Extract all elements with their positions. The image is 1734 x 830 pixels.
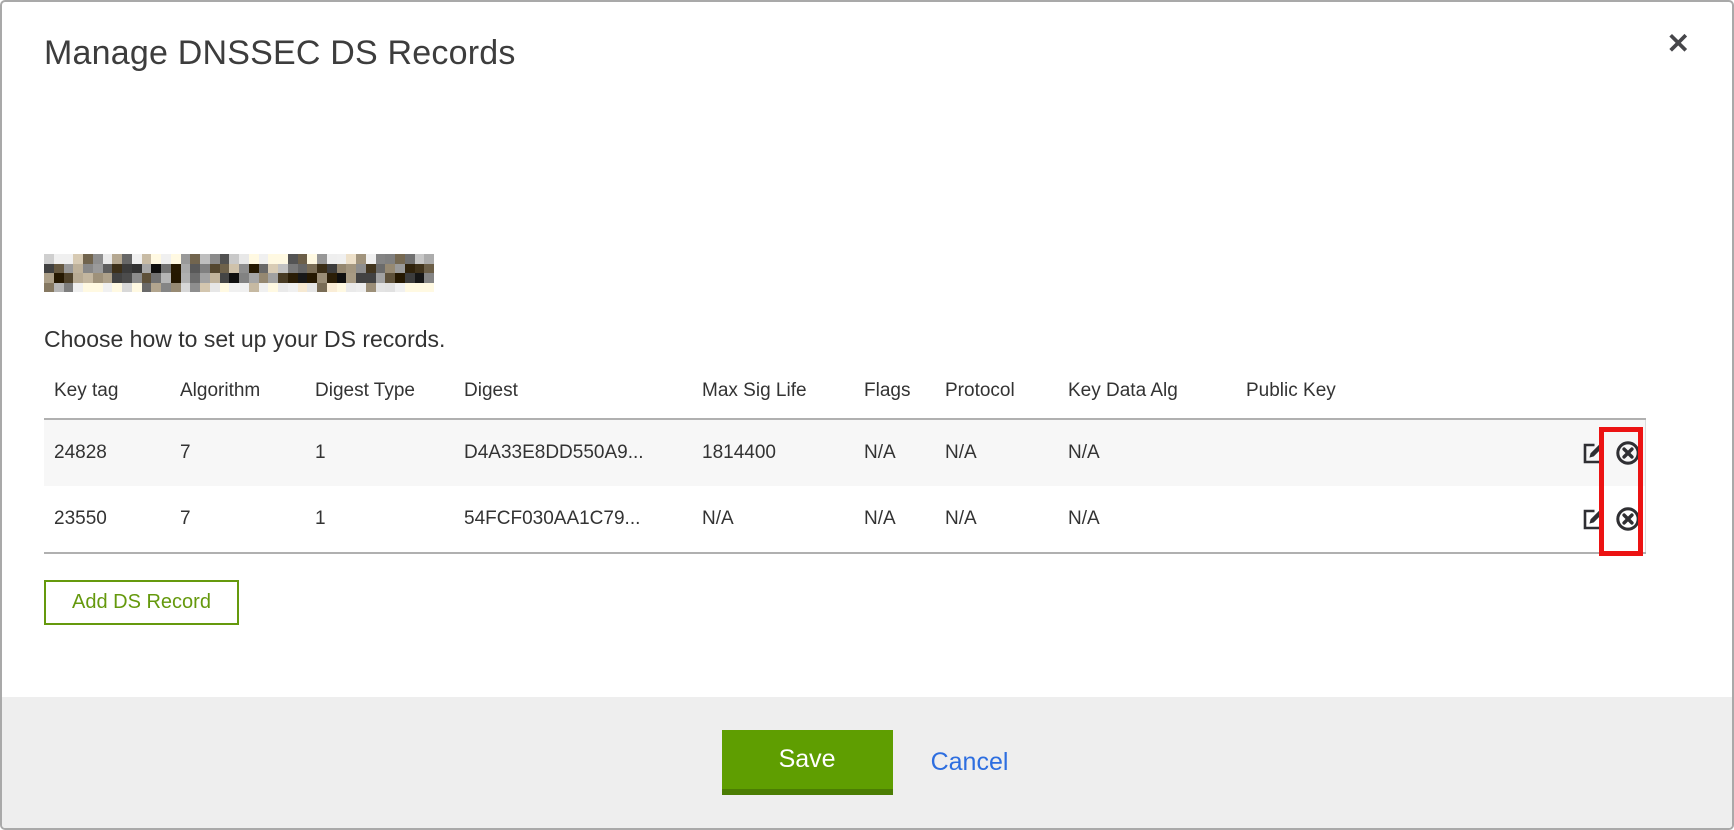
cell-protocol: N/A: [935, 419, 1058, 486]
col-header-algorithm: Algorithm: [170, 372, 305, 419]
instruction-text: Choose how to set up your DS records.: [44, 326, 445, 353]
col-header-actions: [1562, 372, 1645, 419]
cell-algorithm: 7: [170, 486, 305, 553]
cell-public-key: [1236, 419, 1562, 486]
col-header-key-tag: Key tag: [44, 372, 170, 419]
col-header-digest: Digest: [454, 372, 692, 419]
delete-record-icon[interactable]: [1613, 504, 1643, 534]
cell-max-sig-life: N/A: [692, 486, 854, 553]
col-header-key-data-alg: Key Data Alg: [1058, 372, 1236, 419]
cell-actions: [1562, 419, 1645, 486]
table-row: 23550 7 1 54FCF030AA1C79... N/A N/A N/A …: [44, 486, 1645, 553]
cell-digest-type: 1: [305, 419, 454, 486]
cell-public-key: [1236, 486, 1562, 553]
close-icon[interactable]: ✕: [1661, 24, 1696, 64]
table-header-row: Key tag Algorithm Digest Type Digest Max…: [44, 372, 1645, 419]
table-row: 24828 7 1 D4A33E8DD550A9... 1814400 N/A …: [44, 419, 1645, 486]
manage-dnssec-dialog: Manage DNSSEC DS Records ✕ Choose how to…: [0, 0, 1734, 830]
ds-records-table: Key tag Algorithm Digest Type Digest Max…: [44, 372, 1646, 554]
col-header-protocol: Protocol: [935, 372, 1058, 419]
col-header-flags: Flags: [854, 372, 935, 419]
cell-key-data-alg: N/A: [1058, 486, 1236, 553]
col-header-digest-type: Digest Type: [305, 372, 454, 419]
cancel-button[interactable]: Cancel: [927, 744, 1013, 781]
cell-flags: N/A: [854, 486, 935, 553]
edit-record-icon[interactable]: [1580, 439, 1608, 467]
cell-actions: [1562, 486, 1645, 553]
cell-key-tag: 24828: [44, 419, 170, 486]
dialog-title: Manage DNSSEC DS Records: [44, 34, 516, 73]
cell-protocol: N/A: [935, 486, 1058, 553]
redacted-domain: [44, 254, 434, 292]
col-header-public-key: Public Key: [1236, 372, 1562, 419]
cell-digest-type: 1: [305, 486, 454, 553]
edit-record-icon[interactable]: [1580, 505, 1608, 533]
cell-algorithm: 7: [170, 419, 305, 486]
dialog-footer: Save Cancel: [2, 697, 1732, 828]
cell-max-sig-life: 1814400: [692, 419, 854, 486]
delete-record-icon[interactable]: [1613, 438, 1643, 468]
cell-flags: N/A: [854, 419, 935, 486]
save-button[interactable]: Save: [722, 730, 893, 795]
cell-key-tag: 23550: [44, 486, 170, 553]
add-ds-record-button[interactable]: Add DS Record: [44, 580, 239, 625]
cell-digest: 54FCF030AA1C79...: [454, 486, 692, 553]
col-header-max-sig-life: Max Sig Life: [692, 372, 854, 419]
cell-key-data-alg: N/A: [1058, 419, 1236, 486]
cell-digest: D4A33E8DD550A9...: [454, 419, 692, 486]
